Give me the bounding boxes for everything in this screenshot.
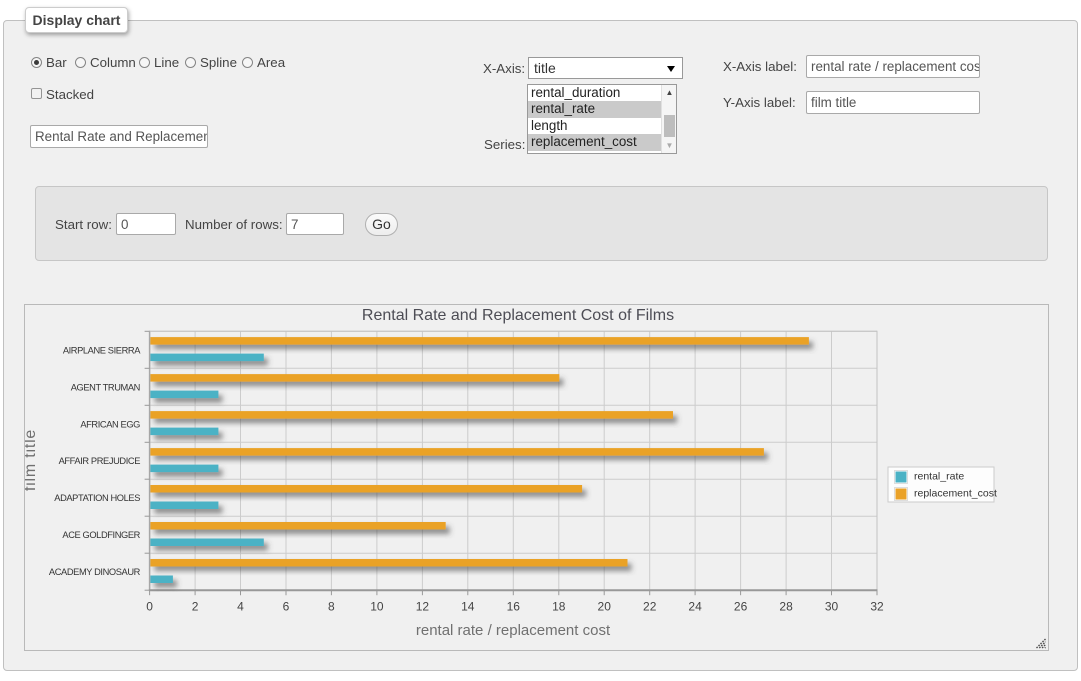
svg-text:replacement_cost: replacement_cost xyxy=(914,488,997,500)
svg-text:24: 24 xyxy=(688,600,702,614)
svg-text:20: 20 xyxy=(598,600,612,614)
svg-text:10: 10 xyxy=(370,600,384,614)
svg-text:30: 30 xyxy=(825,600,839,614)
svg-text:26: 26 xyxy=(734,600,748,614)
svg-text:2: 2 xyxy=(192,600,199,614)
svg-text:AGENT TRUMAN: AGENT TRUMAN xyxy=(71,382,140,392)
svg-text:AIRPLANE SIERRA: AIRPLANE SIERRA xyxy=(63,345,141,355)
svg-text:0: 0 xyxy=(146,600,153,614)
svg-text:AFFAIR PREJUDICE: AFFAIR PREJUDICE xyxy=(59,456,141,466)
svg-text:32: 32 xyxy=(870,600,884,614)
svg-text:ADAPTATION HOLES: ADAPTATION HOLES xyxy=(54,493,140,503)
svg-text:4: 4 xyxy=(237,600,244,614)
svg-text:ACE GOLDFINGER: ACE GOLDFINGER xyxy=(62,530,140,540)
svg-text:AFRICAN EGG: AFRICAN EGG xyxy=(80,419,140,429)
svg-text:rental_rate: rental_rate xyxy=(914,471,964,483)
svg-text:28: 28 xyxy=(779,600,793,614)
svg-text:18: 18 xyxy=(552,600,566,614)
svg-text:6: 6 xyxy=(283,600,290,614)
svg-text:12: 12 xyxy=(416,600,430,614)
svg-text:22: 22 xyxy=(643,600,657,614)
svg-text:ACADEMY DINOSAUR: ACADEMY DINOSAUR xyxy=(49,567,141,577)
svg-text:film title: film title xyxy=(25,429,39,491)
svg-text:16: 16 xyxy=(507,600,521,614)
svg-text:8: 8 xyxy=(328,600,335,614)
svg-text:Rental Rate and Replacement Co: Rental Rate and Replacement Cost of Film… xyxy=(362,307,674,324)
svg-text:14: 14 xyxy=(461,600,475,614)
svg-text:rental rate / replacement cost: rental rate / replacement cost xyxy=(416,622,611,639)
